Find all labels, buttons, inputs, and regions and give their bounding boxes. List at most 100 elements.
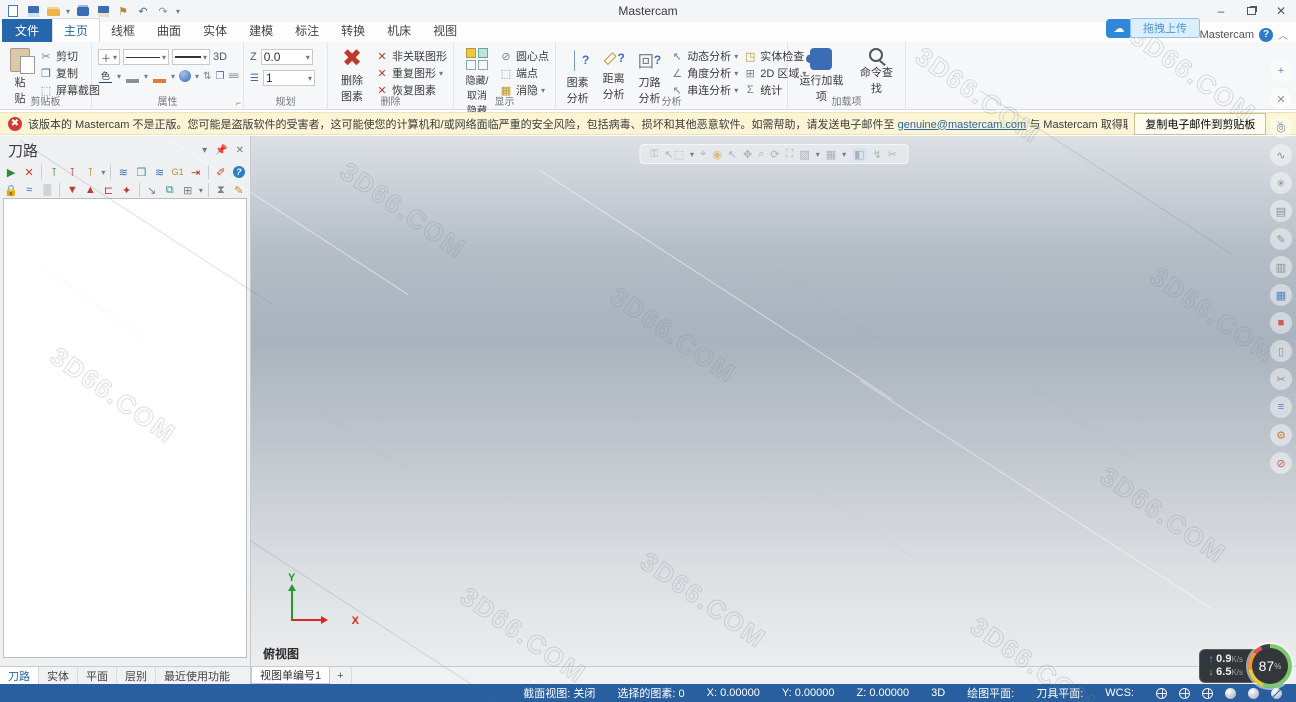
ribbon-collapse-icon[interactable]: ︿ xyxy=(1278,27,1288,42)
edit-params-icon[interactable]: ✎ xyxy=(232,184,246,197)
book-icon[interactable]: ▥ xyxy=(1270,256,1292,278)
grid-dropdown-icon[interactable]: ▾ xyxy=(842,150,846,159)
help-icon[interactable]: ? xyxy=(1259,28,1273,42)
move-up-icon[interactable]: ▲ xyxy=(83,184,97,196)
delete-non-associative-button[interactable]: ✕非关联图形 xyxy=(375,48,447,64)
hidden-lines-icon[interactable]: ≡≡ xyxy=(228,71,238,82)
wireframe-color-chip[interactable]: 色 xyxy=(98,69,113,83)
section-view-status[interactable]: 截面视图: 关闭 xyxy=(523,685,595,701)
surface-color-chip[interactable] xyxy=(152,69,167,83)
ghost-icon[interactable]: ▒ xyxy=(40,184,54,196)
sphere-shaded-icon[interactable] xyxy=(1225,688,1236,699)
material-globe-icon[interactable] xyxy=(179,70,191,82)
solid-color-chip[interactable] xyxy=(125,69,140,83)
tool-disable-icon[interactable]: ⊺ xyxy=(65,166,79,179)
account-label[interactable]: Mastercam xyxy=(1200,29,1254,41)
section-icon[interactable]: ✂ xyxy=(888,148,897,161)
cut-button[interactable]: ✂剪切 xyxy=(39,48,100,64)
delete-entities-button[interactable]: ✖ 删除图素 xyxy=(334,46,370,94)
tab-planes[interactable]: 平面 xyxy=(78,667,117,684)
layers-icon[interactable]: ≡ xyxy=(1270,396,1292,418)
move-down-icon[interactable]: ▼ xyxy=(65,184,79,196)
cloud-icon[interactable]: ☁ xyxy=(1106,19,1132,38)
level-combo[interactable]: 1▾ xyxy=(263,70,315,86)
analyze-entity-button[interactable]: ／? 图素分析 xyxy=(562,46,593,94)
attributes-dialog-launcher[interactable]: ⌐ xyxy=(236,98,241,108)
dynamic-rotate-icon[interactable]: ↯ xyxy=(873,148,882,161)
panel-pin-icon[interactable]: 📌 xyxy=(215,145,227,156)
g1-code-icon[interactable]: G1 xyxy=(171,167,185,177)
gnomon-icon-1[interactable] xyxy=(1156,688,1167,699)
sphere-plain-icon[interactable] xyxy=(1248,688,1259,699)
swap-arrow-icon[interactable]: ⇥ xyxy=(189,166,203,179)
tab-levels[interactable]: 层别 xyxy=(117,667,156,684)
tab-toolpaths[interactable]: 刀路 xyxy=(0,667,39,684)
copy-email-button[interactable]: 复制电子邮件到剪贴板 xyxy=(1134,113,1266,135)
snap-icon[interactable]: ⌖ xyxy=(700,148,706,161)
pattern-icon[interactable]: ✳ xyxy=(1270,172,1292,194)
stamp-icon[interactable]: ▤ xyxy=(1270,200,1292,222)
cplane-selector[interactable]: 绘图平面: xyxy=(967,685,1014,701)
forbidden-icon[interactable]: ⊘ xyxy=(1270,452,1292,474)
analyze-dynamic-button[interactable]: ↖动态分析▾ xyxy=(670,48,738,64)
3d-mode-toggle[interactable]: 3D xyxy=(213,51,227,63)
regen-dirty-icon[interactable]: ≋ xyxy=(153,166,167,179)
unselect-all-icon[interactable]: ✕ xyxy=(22,166,36,179)
rotate-icon[interactable]: ⟳ xyxy=(770,148,779,161)
copy-ops-icon[interactable]: ❒ xyxy=(134,166,148,179)
tab-view[interactable]: 视图 xyxy=(422,19,468,42)
ruler-icon[interactable]: ▯ xyxy=(1270,340,1292,362)
tab-home[interactable]: 主页 xyxy=(52,18,100,42)
hide-unhide-button[interactable]: 隐藏/取消隐藏 ▾ xyxy=(460,46,494,94)
tab-model[interactable]: 建模 xyxy=(238,19,284,42)
filters-icon[interactable]: ▧ xyxy=(799,148,809,161)
tab-transform[interactable]: 转换 xyxy=(330,19,376,42)
sphere-slash-icon[interactable] xyxy=(1271,688,1282,699)
copy-button[interactable]: ❐复制 xyxy=(39,65,100,81)
select-arrow-icon[interactable]: ↘ xyxy=(145,184,159,197)
wcs-selector[interactable]: WCS: xyxy=(1105,687,1134,699)
help-icon-small[interactable]: ? xyxy=(232,166,246,178)
tab-machine[interactable]: 机床 xyxy=(376,19,422,42)
move-center-icon[interactable]: ✦ xyxy=(120,184,134,197)
red-slash-pen-icon[interactable]: ✐ xyxy=(214,166,228,179)
blocks-icon[interactable]: ▦ xyxy=(1270,284,1292,306)
tab-wireframe[interactable]: 线框 xyxy=(100,19,146,42)
line-style-combo[interactable]: ▾ xyxy=(123,49,169,65)
tab-recent-functions[interactable]: 最近使用功能 xyxy=(156,667,238,684)
endpoint-button[interactable]: ⬚端点 xyxy=(499,65,549,81)
panel-dropdown-icon[interactable]: ▾ xyxy=(202,145,207,156)
select-mode-icon[interactable]: ↖⬚ xyxy=(664,148,684,161)
hourglass-icon[interactable]: ⧗ xyxy=(214,184,228,197)
lock-icon[interactable]: 🔒 xyxy=(4,184,18,197)
tool-add-icon[interactable]: ⊺ xyxy=(83,166,97,179)
numbered-list-icon[interactable]: ⊞ xyxy=(181,184,195,197)
analyze-angle-button[interactable]: ∠角度分析▾ xyxy=(670,65,738,81)
tab-drafting[interactable]: 标注 xyxy=(284,19,330,42)
tplane-selector[interactable]: 刀具平面: xyxy=(1036,685,1083,701)
curve-icon[interactable]: ∿ xyxy=(1270,144,1292,166)
filters-dropdown-icon[interactable]: ▾ xyxy=(816,150,820,159)
add-icon[interactable]: + xyxy=(1270,60,1292,82)
tab-surface[interactable]: 曲面 xyxy=(146,19,192,42)
grid-icon[interactable]: ▦ xyxy=(826,148,836,161)
copy-shape-icon[interactable]: ⧉ xyxy=(163,184,177,197)
fit-icon[interactable]: ⛶ xyxy=(786,148,794,161)
waves-icon[interactable]: ≈ xyxy=(22,184,36,196)
delete-duplicates-button[interactable]: ✕重复图形▾ xyxy=(375,65,447,81)
add-viewsheet-button[interactable]: + xyxy=(330,667,351,684)
cursor-icon[interactable]: ↖ xyxy=(728,148,737,161)
match-attributes-icon[interactable]: ❐ xyxy=(215,71,224,82)
regen-waves-icon[interactable]: ≋ xyxy=(116,166,130,179)
analyze-toolpath-button[interactable]: 回? 刀路分析 xyxy=(634,46,665,94)
set-attributes-icon[interactable]: ⇅ xyxy=(203,71,211,82)
tab-solids[interactable]: 实体 xyxy=(39,667,78,684)
line-width-combo[interactable]: ▾ xyxy=(172,49,210,65)
lock-icon[interactable]: ⚿ xyxy=(650,148,658,161)
genuine-email-link[interactable]: genuine@mastercam.com xyxy=(898,119,1027,131)
memory-gauge[interactable]: 87% xyxy=(1248,644,1292,688)
tab-file[interactable]: 文件 xyxy=(2,19,52,42)
viewsheet-tab-1[interactable]: 视图单编号1 xyxy=(251,667,330,684)
select-all-icon[interactable]: ▶ xyxy=(4,166,18,179)
gnomon-icon-2[interactable] xyxy=(1179,688,1190,699)
